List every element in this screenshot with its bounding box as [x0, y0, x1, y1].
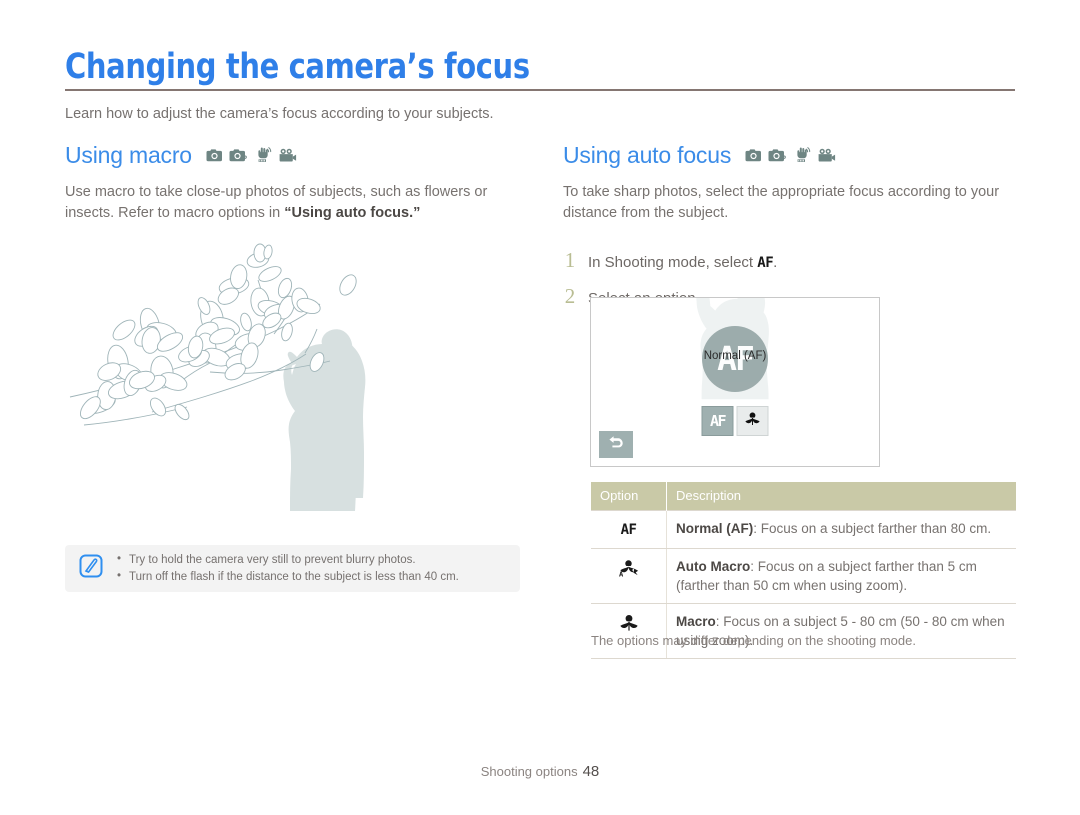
section-title-using-auto-focus: Using auto focus [563, 142, 732, 168]
option-icon-cell: AF [591, 510, 667, 549]
svg-text:P: P [242, 155, 247, 162]
note-box: Try to hold the camera very still to pre… [65, 545, 520, 592]
macro-body-bold: “Using auto focus.” [284, 205, 421, 221]
dual-is-icon [793, 146, 811, 163]
manual-page: Changing the camera’s focus Learn how to… [0, 0, 1080, 815]
option-term: Auto Macro [676, 559, 751, 574]
back-arrow-icon [607, 434, 625, 455]
option-term: Macro [676, 614, 716, 629]
camera-auto-icon [745, 148, 762, 163]
option-icon-cell [591, 603, 667, 659]
step-1: 1 In Shooting mode, select AF. [563, 248, 1015, 273]
svg-text:P: P [782, 155, 787, 162]
option-term: Normal (AF) [676, 521, 754, 536]
table-caption: The options may differ depending on the … [591, 633, 916, 648]
macro-body-part1: Use macro to take close-up photos of sub… [65, 184, 488, 221]
magnolia-branch-illustration [62, 222, 522, 522]
table-row: Macro: Focus on a subject 5 - 80 cm (50 … [591, 603, 1016, 659]
title-divider [65, 89, 1015, 91]
option-description-cell: Normal (AF): Focus on a subject farther … [666, 510, 1016, 549]
column-header-option: Option [591, 482, 667, 511]
left-column: Using macro P Use macro to take close-up… [65, 142, 520, 224]
table-row: A Auto Macro: Focus on a subject farther… [591, 548, 1016, 604]
step-number: 1 [564, 248, 576, 272]
page-title: Changing the camera’s focus [65, 47, 530, 87]
camera-program-icon: P [229, 148, 248, 163]
note-pencil-icon [79, 554, 103, 583]
option-description-cell: Auto Macro: Focus on a subject farther t… [666, 548, 1016, 604]
mode-icons-macro: P [206, 146, 297, 165]
section-title-using-macro: Using macro [65, 142, 192, 168]
af-option-button[interactable]: AF [701, 406, 734, 436]
table-row: AF Normal (AF): Focus on a subject farth… [591, 510, 1016, 549]
option-description-cell: Macro: Focus on a subject 5 - 80 cm (50 … [666, 603, 1016, 659]
step-text-before: In Shooting mode, select [588, 254, 758, 271]
using-macro-body: Use macro to take close-up photos of sub… [65, 182, 520, 224]
option-description: : Focus on a subject farther than 80 cm. [753, 521, 992, 536]
right-column: Using auto focus P To take sharp photos,… [563, 142, 1015, 320]
using-macro-heading-row: Using macro P [65, 142, 520, 168]
movie-icon [817, 148, 836, 163]
using-auto-focus-heading-row: Using auto focus P [563, 142, 1015, 168]
note-item: Turn off the flash if the distance to th… [117, 568, 459, 586]
screen-content: AF Normal (AF) AF [591, 298, 879, 466]
af-icon: AF [620, 522, 637, 538]
photographer-silhouette [283, 329, 366, 511]
step-number: 2 [564, 284, 576, 308]
note-item: Try to hold the camera very still to pre… [117, 551, 459, 569]
macro-option-button[interactable] [736, 406, 769, 436]
back-button[interactable] [599, 431, 633, 458]
camera-screen-mockup: AF Normal (AF) AF [590, 297, 880, 467]
option-icon-cell: A [591, 548, 667, 604]
dual-is-icon [254, 146, 272, 163]
table-header-row: Option Description [591, 482, 1016, 511]
mode-icons-autofocus: P [745, 146, 836, 165]
column-header-description: Description [666, 482, 1016, 511]
step-text-after: . [773, 254, 778, 271]
auto-macro-icon: A [618, 560, 640, 583]
step-text: In Shooting mode, select AF. [588, 253, 777, 273]
page-footer: Shooting options 48 [0, 763, 1080, 780]
af-icon: AF [757, 255, 774, 271]
focus-mode-label: Normal (AF) [703, 350, 767, 362]
camera-program-icon: P [768, 148, 787, 163]
movie-icon [278, 148, 297, 163]
note-items: Try to hold the camera very still to pre… [117, 551, 459, 586]
af-icon: AF [709, 412, 727, 430]
footer-section-label: Shooting options [480, 764, 578, 779]
table-head: Option Description [591, 482, 1016, 511]
focus-option-buttons: AF [701, 406, 769, 436]
page-subtitle: Learn how to adjust the camera’s focus a… [65, 106, 494, 122]
using-auto-focus-body: To take sharp photos, select the appropr… [563, 184, 1000, 221]
page-header: Changing the camera’s focus Learn how to… [65, 48, 1015, 123]
macro-flower-icon [745, 411, 761, 432]
camera-auto-icon [206, 148, 223, 163]
page-number: 48 [582, 763, 600, 780]
